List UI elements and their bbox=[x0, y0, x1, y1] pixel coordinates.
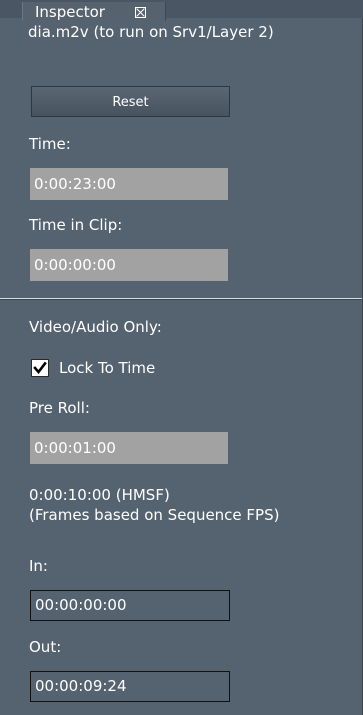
in-label: In: bbox=[29, 557, 48, 575]
time-label: Time: bbox=[29, 135, 71, 153]
close-box-icon[interactable] bbox=[135, 7, 146, 18]
time-in-clip-field: 0:00:00:00 bbox=[30, 249, 228, 281]
duration-text: 0:00:10:00 (HMSF) bbox=[29, 486, 170, 504]
time-in-clip-label: Time in Clip: bbox=[29, 216, 123, 234]
section-divider-shadow bbox=[0, 299, 363, 300]
fps-note: (Frames based on Sequence FPS) bbox=[29, 506, 280, 524]
out-point-input[interactable]: 00:00:09:24 bbox=[30, 671, 230, 702]
tab-label: Inspector bbox=[35, 3, 105, 21]
pre-roll-label: Pre Roll: bbox=[29, 399, 90, 417]
video-audio-only-label: Video/Audio Only: bbox=[29, 318, 162, 336]
tab-bar: Inspector bbox=[0, 0, 363, 21]
pre-roll-field: 0:00:01:00 bbox=[30, 432, 228, 464]
checkmark-icon bbox=[33, 361, 47, 375]
lock-to-time-checkbox[interactable] bbox=[31, 359, 49, 377]
lock-to-time-label[interactable]: Lock To Time bbox=[59, 359, 155, 377]
time-field: 0:00:23:00 bbox=[30, 168, 228, 200]
clip-title: dia.m2v (to run on Srv1/Layer 2) bbox=[28, 23, 274, 41]
tab-inspector[interactable]: Inspector bbox=[22, 2, 166, 21]
reset-button[interactable]: Reset bbox=[31, 86, 230, 117]
out-label: Out: bbox=[29, 638, 62, 656]
in-point-input[interactable]: 00:00:00:00 bbox=[30, 590, 230, 621]
